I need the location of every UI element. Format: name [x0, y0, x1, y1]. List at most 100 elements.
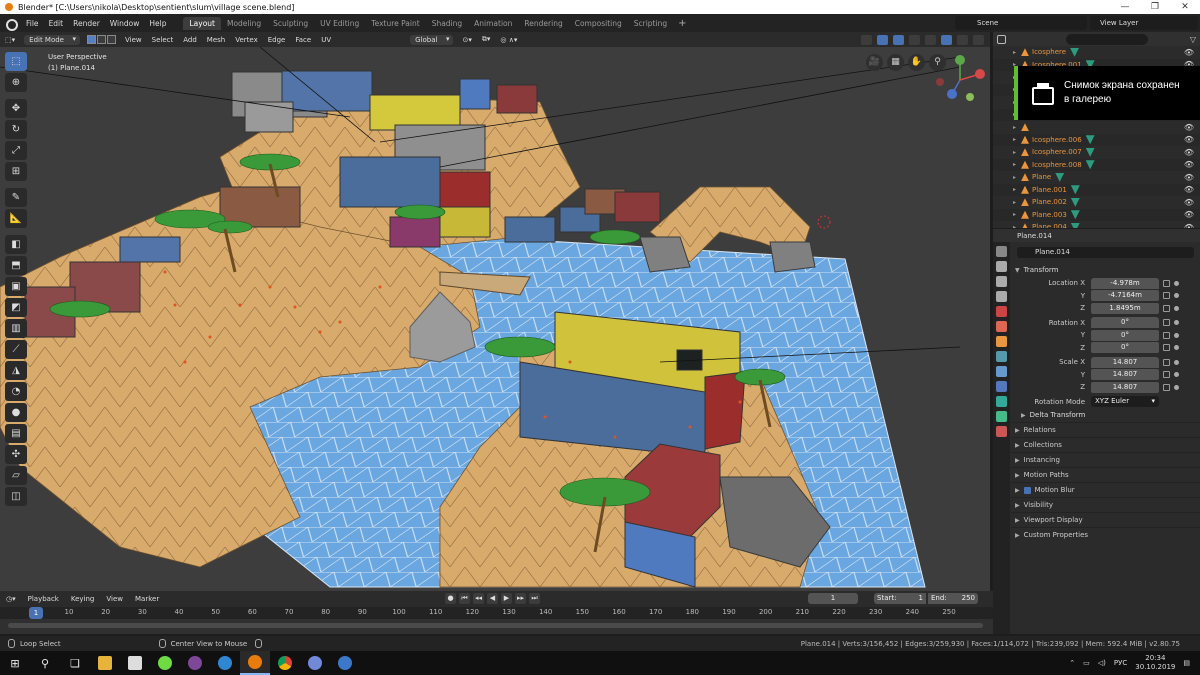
keyframe-dot-icon[interactable]: [1174, 384, 1179, 390]
menu-vertex[interactable]: Vertex: [230, 36, 263, 44]
lock-icon[interactable]: [1163, 279, 1170, 287]
output-tab-icon[interactable]: [996, 276, 1007, 287]
visibility-eye-icon[interactable]: 👁: [1184, 135, 1194, 144]
rip-region-tool[interactable]: ◫: [5, 487, 27, 506]
transform-tool[interactable]: ⊞: [5, 162, 27, 181]
extrude-tool[interactable]: ⬒: [5, 256, 27, 275]
panel-motion-paths[interactable]: ▶ Motion Paths: [1011, 467, 1200, 482]
3d-viewport[interactable]: User Perspective (1) Plane.014 🎥 ▦ ✋ ⚲: [0, 47, 990, 591]
expand-arrow-icon[interactable]: ▸: [1013, 199, 1021, 206]
poly-build-tool[interactable]: ◮: [5, 361, 27, 380]
jump-end-icon[interactable]: ⏭: [529, 593, 540, 604]
shear-tool[interactable]: ▱: [5, 466, 27, 485]
panel-relations[interactable]: ▶ Relations: [1011, 422, 1200, 437]
people-icon[interactable]: ⌃: [1069, 659, 1075, 667]
lock-icon[interactable]: [1163, 331, 1170, 339]
add-workspace-button[interactable]: +: [673, 18, 691, 29]
camera-view-icon[interactable]: 🎥: [866, 54, 883, 71]
rendered-shading-icon[interactable]: [973, 34, 984, 45]
lock-icon[interactable]: [1163, 344, 1170, 352]
expand-arrow-icon[interactable]: ▸: [1013, 136, 1021, 143]
edge-select-icon[interactable]: [97, 35, 106, 44]
solid-shading-icon[interactable]: [941, 34, 952, 45]
visibility-eye-icon[interactable]: 👁: [1184, 185, 1194, 194]
annotate-tool[interactable]: ✎: [5, 188, 27, 207]
delta-transform-panel[interactable]: ▶ Delta Transform: [1011, 408, 1200, 422]
visibility-eye-icon[interactable]: 👁: [1184, 198, 1194, 207]
pan-hand-icon[interactable]: ✋: [908, 54, 925, 71]
expand-arrow-icon[interactable]: ▸: [1013, 124, 1021, 131]
keyframe-dot-icon[interactable]: [1174, 372, 1179, 378]
select-box-tool[interactable]: ⬚: [5, 52, 27, 71]
visibility-eye-icon[interactable]: 👁: [1184, 123, 1194, 132]
discord-icon[interactable]: [300, 651, 330, 675]
expand-arrow-icon[interactable]: ▸: [1013, 161, 1021, 168]
modifier-icon[interactable]: [1070, 47, 1080, 57]
expand-arrow-icon[interactable]: ▸: [1013, 224, 1021, 228]
chrome-icon[interactable]: [270, 651, 300, 675]
lock-icon[interactable]: [1163, 383, 1170, 391]
tab-texture-paint[interactable]: Texture Paint: [365, 17, 425, 30]
measure-tool[interactable]: 📐: [5, 209, 27, 228]
menu-view[interactable]: View: [120, 36, 147, 44]
timeline-track[interactable]: [0, 619, 993, 634]
panel-instancing[interactable]: ▶ Instancing: [1011, 452, 1200, 467]
navigation-gizmo-icon[interactable]: [930, 52, 990, 107]
menu-file[interactable]: File: [21, 19, 44, 28]
visibility-eye-icon[interactable]: 👁: [1184, 210, 1194, 219]
outliner-item[interactable]: ▸ Plane.002 👁: [993, 196, 1200, 209]
location-z-field[interactable]: 1.8495m: [1091, 302, 1159, 314]
current-frame-indicator[interactable]: 1: [29, 607, 43, 619]
outliner-item[interactable]: ▸ Plane.004 👁: [993, 221, 1200, 228]
scene-tab-icon[interactable]: [996, 306, 1007, 317]
lock-icon[interactable]: [1163, 358, 1170, 366]
store-icon[interactable]: [120, 651, 150, 675]
tab-animation[interactable]: Animation: [468, 17, 518, 30]
panel-viewport-display[interactable]: ▶ Viewport Display: [1011, 512, 1200, 527]
render-tab-icon[interactable]: [996, 261, 1007, 272]
timeline-scrollbar[interactable]: [8, 623, 983, 628]
view-layer-tab-icon[interactable]: [996, 291, 1007, 302]
menu-add[interactable]: Add: [178, 36, 202, 44]
visibility-eye-icon[interactable]: 👁: [1184, 48, 1194, 57]
view-layer-selector[interactable]: View Layer: [1090, 16, 1198, 30]
add-cube-tool[interactable]: ◧: [5, 235, 27, 254]
modifier-tab-icon[interactable]: [996, 351, 1007, 362]
menu-timeline-view[interactable]: View: [100, 595, 129, 603]
blender-menu-icon[interactable]: [4, 17, 18, 31]
constraints-tab-icon[interactable]: [996, 396, 1007, 407]
keyframe-dot-icon[interactable]: [1174, 305, 1179, 311]
smooth-tool[interactable]: ●: [5, 403, 27, 422]
transform-orientation-dropdown[interactable]: Global: [410, 34, 454, 45]
modifier-icon[interactable]: [1070, 197, 1080, 207]
tool-tab-icon[interactable]: [996, 246, 1007, 257]
visibility-eye-icon[interactable]: 👁: [1184, 160, 1194, 169]
outliner-item[interactable]: ▸ Icosphere 👁: [993, 46, 1200, 59]
inset-tool[interactable]: ▣: [5, 277, 27, 296]
panel-visibility[interactable]: ▶ Visibility: [1011, 497, 1200, 512]
rotation-y-field[interactable]: 0°: [1091, 329, 1159, 341]
vertex-select-icon[interactable]: [87, 35, 96, 44]
modifier-icon[interactable]: [1070, 210, 1080, 220]
panel-motion-blur[interactable]: ▶ Motion Blur: [1011, 482, 1200, 497]
material-shading-icon[interactable]: [957, 34, 968, 45]
location-y-field[interactable]: -4.7164m: [1091, 290, 1159, 302]
next-keyframe-icon[interactable]: ▸▸: [515, 593, 526, 604]
clock[interactable]: 20:34 30.10.2019: [1135, 654, 1175, 672]
modifier-icon[interactable]: [1085, 160, 1095, 170]
app-taskbar-icon[interactable]: [330, 651, 360, 675]
keyboard-language[interactable]: РУС: [1114, 659, 1127, 667]
mode-dropdown[interactable]: Edit Mode: [24, 34, 80, 45]
blender-taskbar-icon[interactable]: [240, 651, 270, 675]
visibility-eye-icon[interactable]: 👁: [1184, 223, 1194, 228]
knife-tool[interactable]: ⟋: [5, 340, 27, 359]
tab-shading[interactable]: Shading: [426, 17, 468, 30]
physics-tab-icon[interactable]: [996, 381, 1007, 392]
editor-type-icon[interactable]: ⬚▾: [0, 36, 20, 44]
bevel-tool[interactable]: ◩: [5, 298, 27, 317]
timeline-ruler[interactable]: 1 10 20 30 40 50 60 70 80 90 100 110 120 130 140 150 160…: [0, 607, 993, 619]
object-tab-icon[interactable]: [996, 336, 1007, 347]
expand-arrow-icon[interactable]: ▸: [1013, 211, 1021, 218]
menu-face[interactable]: Face: [290, 36, 316, 44]
menu-playback[interactable]: Playback: [22, 595, 65, 603]
